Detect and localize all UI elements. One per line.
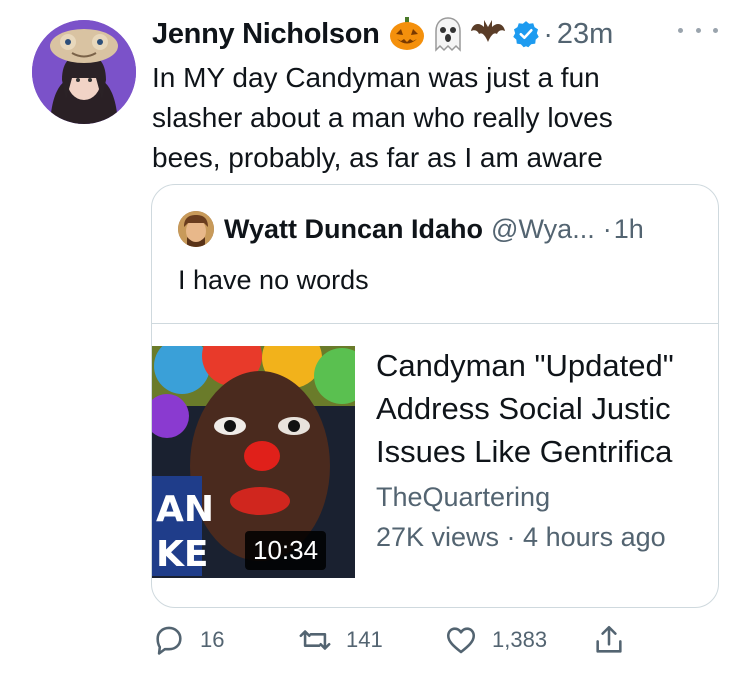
video-title-line-2: Address Social Justic	[376, 391, 671, 426]
quoted-author-avatar	[178, 211, 214, 247]
video-title-line-1: Candyman "Updated"	[376, 348, 674, 383]
tweet-header: Jenny Nicholson · 23m	[152, 12, 613, 56]
quoted-time: 1h	[613, 213, 644, 244]
thumbnail-text-2: KE	[156, 534, 209, 575]
more-options-icon[interactable]	[678, 20, 718, 40]
like-button[interactable]: 1,383	[444, 620, 547, 660]
retweet-count: 141	[346, 627, 383, 652]
video-channel: TheQuartering	[376, 482, 551, 512]
tweet-text: In MY day Candyman was just a fun slashe…	[152, 62, 613, 173]
quoted-header: Wyatt Duncan Idaho @Wya... · 1h	[178, 211, 644, 247]
tweet-time[interactable]: 23m	[557, 18, 613, 51]
author-avatar[interactable]	[32, 20, 136, 124]
quoted-text: I have no words	[178, 265, 369, 295]
reply-button[interactable]: 16	[152, 620, 224, 660]
retweet-icon	[299, 630, 331, 650]
video-meta: 27K views · 4 hours ago	[376, 522, 666, 552]
bat-icon	[470, 20, 505, 42]
quoted-avatar-image	[178, 211, 214, 247]
video-link-card[interactable]: AN KE 10:34 Candyman "Updated" Address S…	[152, 323, 718, 607]
ghost-icon	[434, 17, 461, 52]
retweet-button[interactable]: 141	[298, 620, 383, 660]
quoted-time-separator: ·	[602, 213, 612, 244]
quoted-author-name: Wyatt Duncan Idaho	[224, 213, 484, 244]
author-name[interactable]: Jenny Nicholson	[152, 18, 380, 51]
like-count: 1,383	[492, 627, 548, 652]
jack-o-lantern-icon	[389, 17, 424, 50]
video-title[interactable]: Candyman "Updated" Address Social Justic…	[376, 344, 718, 473]
thumbnail-text-1: AN	[156, 489, 214, 530]
heart-icon	[446, 627, 476, 654]
quoted-author-handle: @Wya...	[491, 213, 595, 244]
verified-badge-icon	[512, 21, 539, 48]
time-separator: ·	[543, 18, 553, 49]
video-thumbnail[interactable]: AN KE 10:34	[152, 346, 355, 578]
reply-icon	[156, 626, 182, 655]
video-duration: 10:34	[245, 531, 327, 570]
tweet-actions: 16 141 1,383	[152, 620, 632, 660]
avatar-image	[32, 20, 136, 124]
quoted-tweet[interactable]: Wyatt Duncan Idaho @Wya... · 1h I have n…	[151, 184, 719, 608]
share-icon	[596, 625, 622, 653]
name-emojis	[388, 16, 540, 52]
reply-count: 16	[200, 627, 225, 652]
video-title-line-3: Issues Like Gentrifica	[376, 434, 673, 469]
share-button[interactable]	[592, 620, 626, 660]
